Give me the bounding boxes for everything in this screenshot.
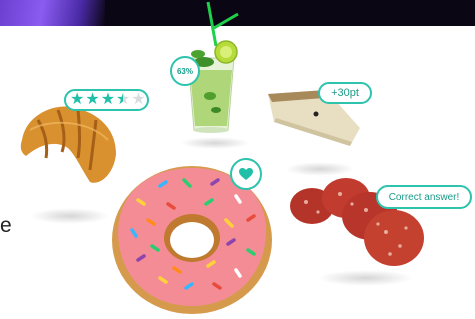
heart-icon — [239, 168, 253, 180]
banner-glow — [0, 0, 105, 26]
heart-badge[interactable] — [230, 158, 262, 190]
cheese-shadow — [285, 162, 355, 176]
star-icon: ★ — [85, 91, 100, 108]
star-icon: ★ — [70, 91, 85, 108]
star-icon: ★ — [100, 91, 116, 108]
truncated-text: e — [0, 214, 12, 237]
drink-shadow — [180, 137, 250, 149]
points-badge: +30pt — [318, 82, 372, 104]
star-empty-icon: ★ — [131, 91, 146, 108]
star-half-icon: ★ — [116, 91, 131, 108]
croissant-shadow — [30, 208, 110, 224]
percent-badge: 63% — [170, 56, 200, 86]
correct-answer-badge: Correct answer! — [376, 185, 472, 209]
rating-pill: ★ ★ ★ ★ ★ — [64, 89, 149, 111]
croissant-image[interactable] — [16, 100, 122, 192]
salami-shadow — [318, 270, 413, 286]
